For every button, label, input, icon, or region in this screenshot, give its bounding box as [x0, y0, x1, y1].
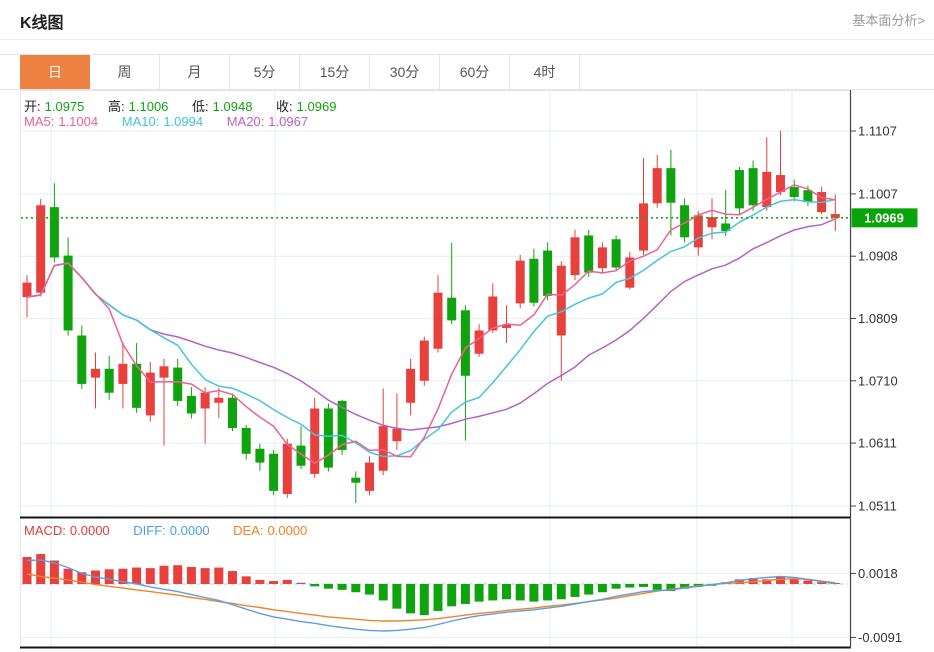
tab-week[interactable]: 周 [90, 55, 160, 89]
svg-text:1.1007: 1.1007 [858, 186, 898, 201]
page-header: K线图 基本面分析> [0, 0, 934, 40]
svg-text:0.0018: 0.0018 [858, 566, 898, 581]
candlestick-series [22, 131, 840, 503]
svg-text:1.0710: 1.0710 [858, 373, 898, 388]
tab-30min[interactable]: 30分 [370, 55, 440, 89]
tab-day[interactable]: 日 [20, 55, 90, 89]
current-price-tag: 1.0969 [851, 208, 918, 228]
interval-tab-bar: 日周月 5分 15分 30分 60分 4时 [0, 54, 934, 90]
svg-text:1.0511: 1.0511 [858, 499, 897, 514]
page-title: K线图 [20, 15, 64, 32]
kline-chart-canvas[interactable]: 1.1107 1.1007 1.0908 1.0809 1.0710 1.0611 1.05… [0, 0, 934, 652]
grid-lines [20, 90, 850, 648]
svg-text:1.0809: 1.0809 [858, 311, 898, 326]
svg-text:1.0611: 1.0611 [858, 436, 897, 451]
svg-text:1.1107: 1.1107 [858, 124, 897, 139]
svg-text:1.0908: 1.0908 [858, 249, 898, 264]
tab-month[interactable]: 月 [160, 55, 230, 89]
tab-60min[interactable]: 60分 [440, 55, 510, 89]
tab-5min[interactable]: 5分 [230, 55, 300, 89]
fundamental-analysis-link[interactable]: 基本面分析> [852, 10, 925, 29]
svg-text:-0.0091: -0.0091 [858, 630, 902, 645]
ma10-line [26, 198, 836, 458]
tab-4hour[interactable]: 4时 [510, 55, 580, 89]
tab-15min[interactable]: 15分 [300, 55, 370, 89]
y-axis: 1.1107 1.1007 1.0908 1.0809 1.0710 1.0611 1.05… [849, 90, 902, 649]
svg-text:1.0969: 1.0969 [864, 210, 904, 225]
